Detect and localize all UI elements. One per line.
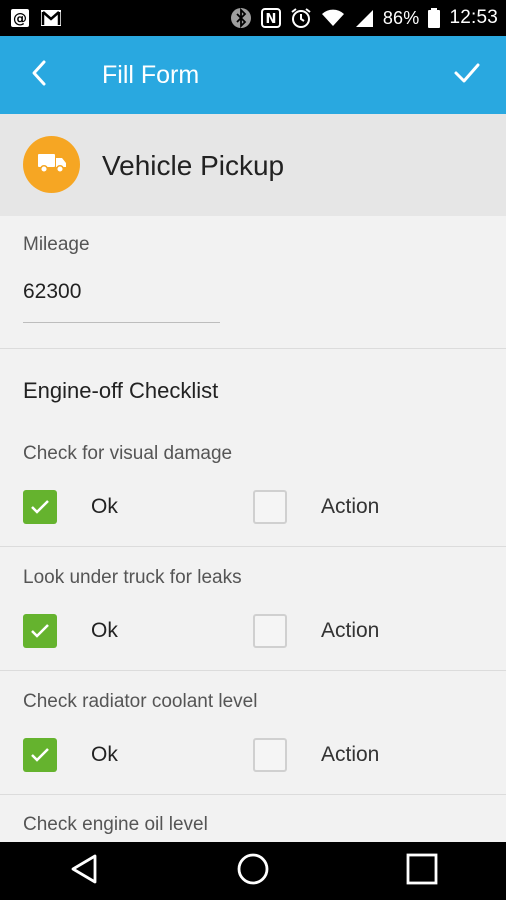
form-header: Vehicle Pickup [0,114,506,216]
nav-home-icon [236,852,270,891]
back-button[interactable] [22,58,56,92]
action-label: Action [321,619,380,642]
gmail-icon [40,9,62,27]
ok-checkbox-option[interactable]: Ok [23,490,118,524]
check-icon [31,624,49,638]
nav-recents-button[interactable] [392,842,452,900]
svg-text:N: N [265,12,276,27]
status-bar: @ N 86% 12:53 [0,0,506,36]
mileage-label: Mileage [23,234,90,255]
bluetooth-icon [230,7,252,29]
nfc-icon: N [260,8,281,28]
navigation-bar [0,842,506,900]
mileage-underline [23,322,220,323]
action-checkbox-option[interactable]: Action [253,614,379,648]
ok-label: Ok [91,619,118,642]
battery-icon [428,8,441,28]
action-checkbox-option[interactable]: Action [253,738,379,772]
checkmark-icon [453,61,481,90]
svg-text:@: @ [13,11,27,27]
action-label: Action [321,495,380,518]
ok-label: Ok [91,495,118,518]
truck-icon [37,150,67,179]
action-checkbox[interactable] [253,490,287,524]
battery-percent: 86% [382,7,420,28]
mileage-field-group: Mileage [0,216,506,349]
action-checkbox[interactable] [253,614,287,648]
nav-recents-icon [406,853,438,890]
check-icon [31,748,49,762]
form-title: Vehicle Pickup [102,150,285,181]
nav-home-button[interactable] [223,842,283,900]
checklist-question: Check for visual damage [23,443,233,464]
checklist-item: Look under truck for leaks Ok Action [0,547,506,671]
ok-checkbox[interactable] [23,614,57,648]
page-title: Fill Form [102,61,200,89]
back-chevron-icon [29,59,49,92]
confirm-button[interactable] [448,56,486,94]
nav-back-button[interactable] [54,842,114,900]
mileage-input[interactable] [23,280,219,304]
action-checkbox-option[interactable]: Action [253,490,379,524]
check-icon [31,500,49,514]
signal-icon [354,8,374,28]
checklist-question: Check radiator coolant level [23,691,258,712]
action-label: Action [321,743,380,766]
ok-checkbox[interactable] [23,490,57,524]
checklist-question: Check engine oil level [23,814,208,835]
app-bar: Fill Form [0,36,506,114]
ok-label: Ok [91,743,118,766]
action-checkbox[interactable] [253,738,287,772]
checklist-item: Check engine oil level [0,795,506,842]
clock: 12:53 [449,7,498,28]
checklist-item: Check for visual damage Ok Action [0,430,506,547]
ok-checkbox-option[interactable]: Ok [23,614,118,648]
checklist-item: Check radiator coolant level Ok Action [0,671,506,795]
nav-back-icon [69,853,99,890]
ok-checkbox[interactable] [23,738,57,772]
alarm-icon [290,7,312,29]
checklist-title: Engine-off Checklist [23,378,219,403]
ok-checkbox-option[interactable]: Ok [23,738,118,772]
email-at-icon: @ [10,8,30,28]
wifi-icon [321,8,345,28]
form-avatar [23,136,80,193]
checklist-question: Look under truck for leaks [23,567,242,588]
